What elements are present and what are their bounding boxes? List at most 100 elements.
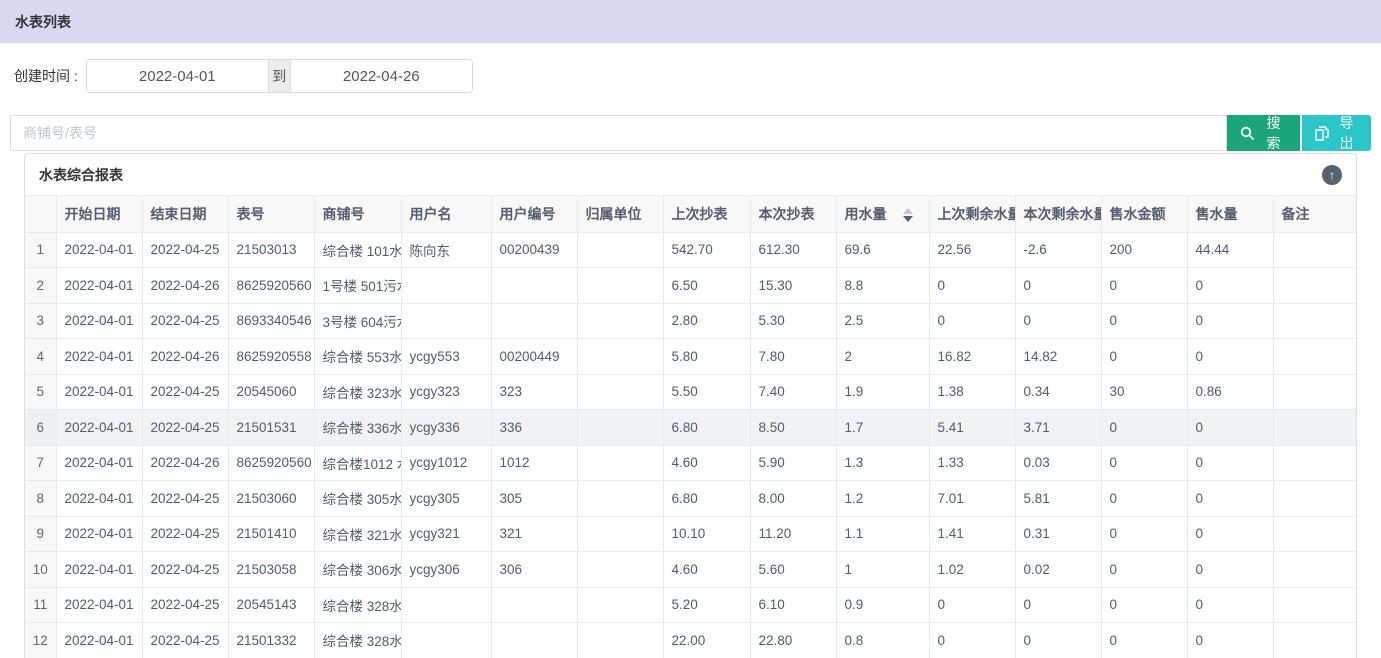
table-cell (1273, 232, 1357, 268)
table-cell (401, 303, 491, 339)
table-cell: 1.02 (929, 552, 1015, 588)
table-cell: 0 (1015, 268, 1101, 304)
table-cell: ycgy1012 (401, 445, 491, 481)
table-cell: 8625920560 (228, 445, 314, 481)
table-cell: 0 (929, 623, 1015, 658)
magnifier-icon (1240, 126, 1254, 140)
table-row[interactable]: 72022-04-012022-04-268625920560综合楼1012 水… (25, 445, 1357, 481)
table-cell (577, 516, 663, 552)
table-cell: 2022-04-01 (56, 268, 142, 304)
export-button-label: 导出 (1335, 113, 1358, 153)
filter-row: 创建时间 : 到 (14, 59, 1371, 93)
table-cell: 1012 (491, 445, 577, 481)
column-header-label: 表号 (237, 206, 265, 222)
table-cell (1273, 303, 1357, 339)
table-cell: 综合楼 323水表 (314, 374, 401, 410)
table-cell: 21501332 (228, 623, 314, 658)
table-cell: 综合楼 553水表 (314, 339, 401, 375)
table-row[interactable]: 82022-04-012022-04-2521503060综合楼 305水表yc… (25, 481, 1357, 517)
table-cell: 5.30 (750, 303, 836, 339)
table-cell: 5.80 (663, 339, 750, 375)
table-cell: 542.70 (663, 232, 750, 268)
table-cell: 0 (929, 303, 1015, 339)
date-to-input[interactable] (291, 60, 472, 92)
table-cell: 00200439 (491, 232, 577, 268)
table-cell (401, 587, 491, 623)
table-row[interactable]: 62022-04-012022-04-2521501531综合楼 336水表yc… (25, 410, 1357, 446)
export-button[interactable]: 导出 (1302, 115, 1371, 151)
table-cell: ycgy306 (401, 552, 491, 588)
table-cell: 5.50 (663, 374, 750, 410)
row-index-header (25, 196, 56, 232)
table-row[interactable]: 92022-04-012022-04-2521501410综合楼 321水表yc… (25, 516, 1357, 552)
column-header: 表号 (228, 196, 314, 232)
circle-arrow-up-icon[interactable]: ↑ (1322, 165, 1342, 185)
table-cell: 综合楼 328水表 (314, 587, 401, 623)
table-cell (1273, 374, 1357, 410)
table-cell: -2.6 (1015, 232, 1101, 268)
table-cell: 321 (491, 516, 577, 552)
table-cell (577, 339, 663, 375)
column-header-label: 归属单位 (586, 206, 642, 222)
table-row[interactable]: 102022-04-012022-04-2521503058综合楼 306水表y… (25, 552, 1357, 588)
table-cell: 4.60 (663, 552, 750, 588)
table-cell: 0.86 (1187, 374, 1273, 410)
column-header-label: 上次剩余水量 (938, 206, 1016, 222)
table-cell: 2022-04-01 (56, 303, 142, 339)
column-header: 本次剩余水量 (1015, 196, 1101, 232)
table-row[interactable]: 52022-04-012022-04-2520545060综合楼 323水表yc… (25, 374, 1357, 410)
date-range-picker: 到 (86, 59, 473, 93)
table-cell: 0 (1101, 445, 1187, 481)
column-header-label: 售水量 (1196, 206, 1238, 222)
table-cell: 2022-04-01 (56, 552, 142, 588)
table-row[interactable]: 32022-04-012022-04-2586933405463号楼 604污水… (25, 303, 1357, 339)
table-cell: 20545060 (228, 374, 314, 410)
table-cell: 0 (1101, 587, 1187, 623)
row-index-cell: 3 (25, 303, 56, 339)
table-cell: 2022-04-25 (142, 481, 228, 517)
table-cell: 2022-04-01 (56, 516, 142, 552)
table-cell: ycgy321 (401, 516, 491, 552)
table-row[interactable]: 22022-04-012022-04-2686259205601号楼 501污水… (25, 268, 1357, 304)
search-button[interactable]: 搜索 (1227, 115, 1300, 151)
table-cell: 44.44 (1187, 232, 1273, 268)
column-header[interactable]: 用水量 (836, 196, 929, 232)
row-index-cell: 5 (25, 374, 56, 410)
column-header-label: 用水量 (845, 206, 887, 222)
table-cell: 2 (836, 339, 929, 375)
table-cell: 6.80 (663, 481, 750, 517)
table-cell: 0 (1101, 552, 1187, 588)
table-cell: 2022-04-25 (142, 410, 228, 446)
table-cell: 2022-04-25 (142, 623, 228, 658)
table-cell (577, 623, 663, 658)
search-input[interactable] (10, 115, 1227, 151)
column-header: 上次抄表 (663, 196, 750, 232)
column-header: 售水量 (1187, 196, 1273, 232)
table-cell: 8.00 (750, 481, 836, 517)
table-cell: 1.3 (836, 445, 929, 481)
table-row[interactable]: 12022-04-012022-04-2521503013综合楼 101水表陈向… (25, 232, 1357, 268)
date-from-input[interactable] (87, 60, 268, 92)
table-row[interactable]: 112022-04-012022-04-2520545143综合楼 328水表5… (25, 587, 1357, 623)
table-cell: 5.81 (1015, 481, 1101, 517)
table-cell: 2022-04-25 (142, 303, 228, 339)
column-header: 用户名 (401, 196, 491, 232)
table-cell: 1.38 (929, 374, 1015, 410)
column-header-label: 结束日期 (151, 206, 207, 222)
table-cell: 21503058 (228, 552, 314, 588)
sort-carets-icon[interactable] (903, 208, 913, 222)
table-cell: 综合楼 321水表 (314, 516, 401, 552)
table-cell (577, 587, 663, 623)
table-row[interactable]: 42022-04-012022-04-268625920558综合楼 553水表… (25, 339, 1357, 375)
table-header-row: 开始日期结束日期表号商铺号用户名用户编号归属单位上次抄表本次抄表用水量上次剩余水… (25, 196, 1357, 232)
table-row[interactable]: 122022-04-012022-04-2521501332综合楼 328水表2… (25, 623, 1357, 658)
table-cell (1273, 552, 1357, 588)
table-cell: ycgy323 (401, 374, 491, 410)
table-cell: 5.20 (663, 587, 750, 623)
table-cell: 8693340546 (228, 303, 314, 339)
table-cell (577, 410, 663, 446)
column-header-label: 上次抄表 (672, 206, 728, 222)
table-cell: 2022-04-25 (142, 232, 228, 268)
column-header: 上次剩余水量 (929, 196, 1015, 232)
table-cell: 2022-04-01 (56, 232, 142, 268)
